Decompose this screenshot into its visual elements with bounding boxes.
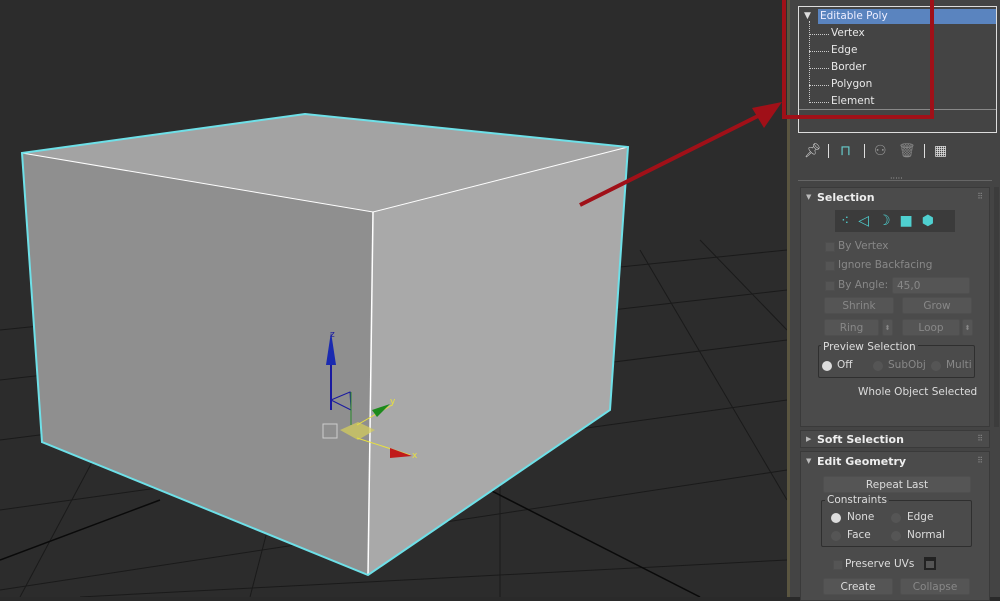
constraint-normal-label: Normal xyxy=(907,529,945,541)
by-angle-label: By Angle: xyxy=(838,279,889,291)
ignore-backfacing-checkbox[interactable] xyxy=(825,261,835,271)
box-object[interactable] xyxy=(20,112,630,577)
ignore-backfacing-label: Ignore Backfacing xyxy=(838,259,933,271)
preserve-uvs-settings-icon[interactable] xyxy=(924,557,936,570)
angle-spinner[interactable]: 45,0 xyxy=(892,277,970,294)
rollout-selection: ▼ Selection ⠿ ⁖◁☽■⬢ By Vertex Ignore Bac… xyxy=(800,187,990,427)
make-unique-icon[interactable]: ⚇ xyxy=(874,143,887,159)
remove-modifier-icon[interactable]: 🗑︎ xyxy=(898,143,916,159)
rollout-title-soft-selection[interactable]: Soft Selection xyxy=(817,433,904,446)
by-vertex-checkbox[interactable] xyxy=(825,242,835,252)
viewport-perspective[interactable]: z y x xyxy=(0,0,787,597)
expand-triangle-icon[interactable]: ▶ xyxy=(806,435,811,443)
edge-icon[interactable]: ◁ xyxy=(858,213,878,229)
border-icon[interactable]: ☽ xyxy=(878,213,900,229)
repeat-last-button[interactable]: Repeat Last xyxy=(823,476,971,493)
loop-button[interactable]: Loop xyxy=(902,319,960,336)
preview-subobj-label: SubObj xyxy=(888,359,926,371)
ring-button[interactable]: Ring xyxy=(824,319,879,336)
preview-multi-label: Multi xyxy=(946,359,972,371)
preview-subobj-radio[interactable] xyxy=(873,361,883,371)
collapse-button[interactable]: Collapse xyxy=(900,578,970,595)
rollout-title-edit-geometry[interactable]: Edit Geometry xyxy=(817,455,906,468)
subobject-level-toolbar: ⁖◁☽■⬢ xyxy=(835,210,955,232)
preview-multi-radio[interactable] xyxy=(931,361,941,371)
constraint-edge-label: Edge xyxy=(907,511,934,523)
preserve-uvs-label: Preserve UVs xyxy=(845,558,915,570)
constraint-face-radio[interactable] xyxy=(831,531,841,541)
preview-selection-title: Preview Selection xyxy=(821,341,918,353)
gizmo-y-label: y xyxy=(390,397,396,407)
by-vertex-label: By Vertex xyxy=(838,240,889,252)
panel-scrollbar[interactable] xyxy=(994,187,999,427)
by-angle-checkbox[interactable] xyxy=(825,281,835,291)
loop-spinner[interactable]: ⬍ xyxy=(962,319,973,336)
preview-off-radio[interactable] xyxy=(822,361,832,371)
scene: z y x xyxy=(0,102,787,597)
configure-modifier-sets-icon[interactable]: ▦ xyxy=(934,143,947,159)
expand-triangle-icon[interactable]: ▼ xyxy=(806,193,811,201)
expand-triangle-icon[interactable]: ▼ xyxy=(806,457,811,465)
constraint-none-label: None xyxy=(847,511,875,523)
constraint-edge-radio[interactable] xyxy=(891,513,901,523)
preserve-uvs-checkbox[interactable] xyxy=(833,560,843,570)
constraint-face-label: Face xyxy=(847,529,871,541)
constraints-title: Constraints xyxy=(825,494,889,506)
polygon-icon[interactable]: ■ xyxy=(900,213,922,229)
selection-status: Whole Object Selected xyxy=(858,386,978,398)
pin-stack-icon[interactable]: 📌︎ xyxy=(804,143,822,159)
constraint-normal-radio[interactable] xyxy=(891,531,901,541)
preview-off-label: Off xyxy=(837,359,853,371)
rollout-title-selection[interactable]: Selection xyxy=(817,191,875,204)
vertex-icon[interactable]: ⁖ xyxy=(841,213,858,229)
grow-button[interactable]: Grow xyxy=(902,297,972,314)
gizmo-x-label: x xyxy=(412,451,418,461)
gizmo-z-label: z xyxy=(330,330,335,340)
shrink-button[interactable]: Shrink xyxy=(824,297,894,314)
rollout-edit-geometry: ▼ Edit Geometry ⠿ Repeat Last Constraint… xyxy=(800,451,990,601)
constraint-none-radio[interactable] xyxy=(831,513,841,523)
show-end-result-icon[interactable]: ⊓ xyxy=(840,143,851,159)
rollout-soft-selection[interactable]: ▶ Soft Selection ⠿ xyxy=(800,430,990,448)
highlight-box xyxy=(782,0,934,119)
ring-spinner[interactable]: ⬍ xyxy=(882,319,893,336)
create-button[interactable]: Create xyxy=(823,578,893,595)
element-icon[interactable]: ⬢ xyxy=(922,213,943,229)
